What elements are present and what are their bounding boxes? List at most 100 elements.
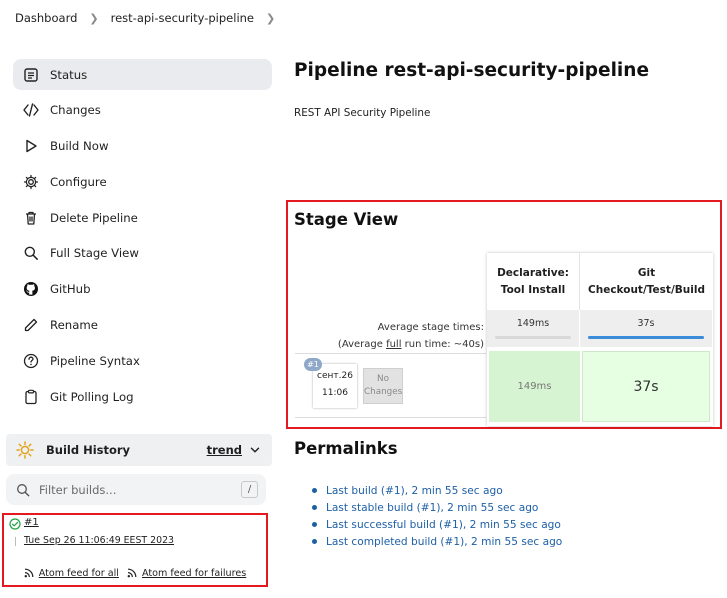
average-times-label: Average stage times: (Average full run t… bbox=[338, 319, 484, 353]
changes-line1: No bbox=[377, 374, 389, 384]
sidebar-item-full-stage-view[interactable]: Full Stage View bbox=[13, 238, 272, 269]
sidebar-item-label: GitHub bbox=[50, 282, 91, 297]
chevron-right-icon[interactable]: ❯ bbox=[266, 12, 275, 25]
filter-placeholder: Filter builds... bbox=[39, 482, 117, 497]
permalink-last-stable-build[interactable]: Last stable build (#1), 2 min 55 sec ago bbox=[326, 502, 538, 514]
build-history-header: Build History trend bbox=[6, 434, 272, 466]
run-time: 11:06 bbox=[322, 388, 348, 398]
trash-icon bbox=[21, 208, 41, 228]
avg-run-prefix: (Average bbox=[337, 339, 387, 350]
permalink-last-successful-build[interactable]: Last successful build (#1), 2 min 55 sec… bbox=[326, 519, 561, 531]
page-title: Pipeline rest-api-security-pipeline bbox=[294, 60, 649, 81]
pencil-icon bbox=[21, 315, 41, 335]
sidebar-item-delete-pipeline[interactable]: Delete Pipeline bbox=[13, 202, 272, 233]
stage-average-bar-fill bbox=[588, 336, 704, 339]
run-number-badge[interactable]: #1 bbox=[304, 358, 322, 371]
bullet bbox=[312, 522, 317, 527]
avg-run-suffix: run time: ~40s) bbox=[401, 339, 484, 350]
code-icon bbox=[21, 100, 41, 120]
rss-icon bbox=[127, 568, 137, 578]
permalink-item[interactable]: Last build (#1), 2 min 55 sec ago bbox=[312, 482, 562, 499]
sidebar-item-label: Build Now bbox=[50, 139, 109, 154]
timeline-divider bbox=[15, 537, 16, 546]
stage-average-value: 37s bbox=[637, 318, 655, 329]
permalink-item[interactable]: Last completed build (#1), 2 min 55 sec … bbox=[312, 533, 562, 550]
sidebar-item-github[interactable]: GitHub bbox=[13, 274, 272, 305]
help-icon bbox=[21, 351, 41, 371]
changes-line2: Changes bbox=[364, 387, 403, 397]
full-run-link[interactable]: full bbox=[386, 339, 401, 350]
permalinks-list: Last build (#1), 2 min 55 sec ago Last s… bbox=[312, 482, 562, 550]
search-icon bbox=[21, 243, 41, 263]
gear-icon bbox=[21, 172, 41, 192]
clipboard-icon bbox=[21, 387, 41, 407]
build-number-link[interactable]: #1 bbox=[24, 517, 39, 528]
stage-run-row[interactable]: сент.26 11:06 #1 No Changes bbox=[295, 353, 486, 418]
sidebar-item-label: Delete Pipeline bbox=[50, 210, 138, 225]
filter-builds-input[interactable]: Filter builds... / bbox=[6, 474, 266, 505]
stage-result-git-checkout[interactable]: 37s bbox=[582, 351, 710, 422]
stage-average-git-checkout: 37s bbox=[580, 310, 713, 347]
stage-average-value: 149ms bbox=[516, 318, 550, 329]
atom-feed-all-link[interactable]: Atom feed for all bbox=[24, 568, 119, 579]
breadcrumb-dashboard[interactable]: Dashboard bbox=[15, 11, 77, 25]
pipeline-description: REST API Security Pipeline bbox=[294, 107, 431, 119]
stage-view-title: Stage View bbox=[294, 210, 399, 229]
sidebar-item-label: Status bbox=[50, 67, 88, 82]
breadcrumb: Dashboard ❯ rest-api-security-pipeline ❯ bbox=[0, 0, 727, 36]
permalinks-title: Permalinks bbox=[294, 439, 398, 458]
atom-feed-all-label: Atom feed for all bbox=[38, 567, 119, 579]
bullet bbox=[312, 488, 317, 493]
sidebar-item-label: Full Stage View bbox=[50, 246, 139, 261]
stage-result-tool-install[interactable]: 149ms bbox=[489, 351, 580, 422]
keyboard-shortcut-hint: / bbox=[241, 481, 258, 498]
sidebar-item-rename[interactable]: Rename bbox=[13, 310, 272, 341]
search-icon bbox=[17, 483, 30, 496]
bullet bbox=[312, 539, 317, 544]
sidebar-item-label: Rename bbox=[50, 318, 98, 333]
stage-name-line: Tool Install bbox=[500, 283, 566, 296]
average-stage-times-text: Average stage times: bbox=[377, 322, 484, 333]
stage-table: Declarative: Tool Install Git Checkout/Tes… bbox=[487, 253, 713, 426]
no-changes-box: No Changes bbox=[363, 368, 403, 404]
build-history-title: Build History bbox=[46, 443, 131, 457]
permalink-last-completed-build[interactable]: Last completed build (#1), 2 min 55 sec … bbox=[326, 536, 562, 548]
rss-icon bbox=[24, 568, 34, 578]
sidebar-item-build-now[interactable]: Build Now bbox=[13, 131, 272, 162]
permalink-item[interactable]: Last successful build (#1), 2 min 55 sec… bbox=[312, 516, 562, 533]
stage-name-line: Git bbox=[637, 266, 656, 279]
sidebar-item-label: Changes bbox=[50, 103, 101, 118]
permalink-item[interactable]: Last stable build (#1), 2 min 55 sec ago bbox=[312, 499, 562, 516]
sidebar-item-label: Git Polling Log bbox=[50, 389, 134, 404]
permalink-last-build[interactable]: Last build (#1), 2 min 55 sec ago bbox=[326, 485, 503, 497]
bullet bbox=[312, 505, 317, 510]
stage-name-line: Checkout/Test/Build bbox=[588, 283, 705, 296]
run-date: сент.26 bbox=[317, 371, 353, 381]
chevron-right-icon: ❯ bbox=[89, 11, 99, 25]
stage-name-line: Declarative: bbox=[497, 266, 569, 279]
atom-feed-failures-label: Atom feed for failures bbox=[141, 567, 247, 579]
atom-feeds: Atom feed for all Atom feed for failures bbox=[4, 563, 266, 583]
sidebar-item-configure[interactable]: Configure bbox=[13, 166, 272, 197]
sidebar: Status Changes Build Now Configure Delet… bbox=[13, 59, 272, 417]
build-history-entry: #1 Tue Sep 26 11:06:49 EEST 2023 Atom fe… bbox=[2, 513, 268, 587]
stage-average-bar bbox=[495, 336, 571, 339]
sidebar-item-changes[interactable]: Changes bbox=[13, 95, 272, 126]
sidebar-item-label: Configure bbox=[50, 174, 107, 189]
build-date-link[interactable]: Tue Sep 26 11:06:49 EEST 2023 bbox=[24, 535, 174, 546]
stage-average-bar bbox=[588, 336, 704, 339]
stage-header-tool-install: Declarative: Tool Install bbox=[487, 253, 580, 310]
stage-view-panel: Stage View Average stage times: (Average… bbox=[286, 200, 722, 429]
sidebar-item-pipeline-syntax[interactable]: Pipeline Syntax bbox=[13, 345, 272, 376]
trend-link[interactable]: trend bbox=[207, 443, 242, 457]
success-check-icon bbox=[9, 518, 21, 530]
atom-feed-failures-link[interactable]: Atom feed for failures bbox=[127, 568, 246, 579]
breadcrumb-pipeline[interactable]: rest-api-security-pipeline bbox=[111, 11, 254, 25]
sun-icon bbox=[16, 441, 34, 459]
sidebar-item-git-polling-log[interactable]: Git Polling Log bbox=[13, 381, 272, 412]
run-date-box[interactable]: сент.26 11:06 bbox=[313, 364, 357, 408]
chevron-down-icon[interactable] bbox=[250, 445, 260, 455]
sidebar-item-status[interactable]: Status bbox=[13, 59, 272, 90]
stage-average-tool-install: 149ms bbox=[487, 310, 580, 347]
average-run-time-text: (Average full run time: ~40s) bbox=[338, 336, 484, 353]
